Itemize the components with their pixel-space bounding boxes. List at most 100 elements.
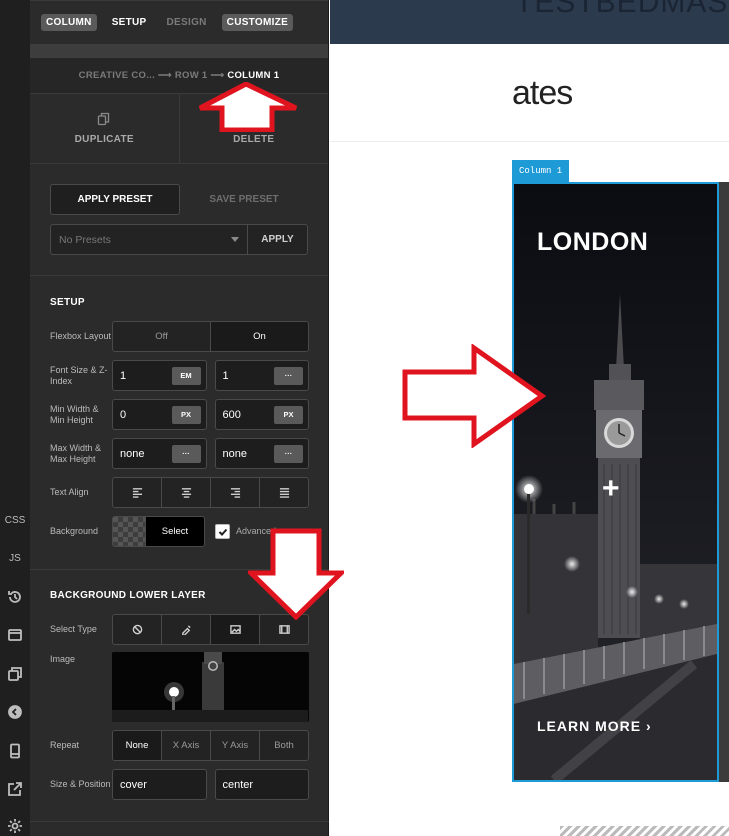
max-width-more[interactable]: ···: [171, 444, 201, 463]
z-index-value: 1: [222, 369, 229, 382]
flexbox-row: Flexbox Layout Off On: [50, 321, 309, 352]
type-color-icon[interactable]: [162, 615, 211, 644]
column-1[interactable]: LONDON + LEARN MORE ›: [512, 182, 719, 782]
site-header-text: TESTBEDMAS: [515, 0, 729, 19]
min-size-label: Min Width & Min Height: [50, 403, 99, 425]
duplicate-button[interactable]: DUPLICATE: [30, 94, 180, 163]
min-size-row: Min Width & Min Height 0 PX 600 PX: [50, 399, 309, 430]
align-right-icon[interactable]: [211, 478, 260, 507]
align-left-icon[interactable]: [113, 478, 162, 507]
panel-strip: [30, 44, 328, 58]
type-none-icon[interactable]: [113, 615, 162, 644]
min-height-unit[interactable]: PX: [274, 405, 303, 424]
big-ben-thumbnail: [112, 652, 308, 722]
image-row: Image: [50, 652, 309, 722]
max-height-input[interactable]: none ···: [214, 438, 309, 469]
js-button[interactable]: JS: [0, 548, 30, 568]
tab-design[interactable]: DESIGN: [162, 14, 212, 31]
z-index-input[interactable]: 1 ···: [214, 360, 309, 391]
heading-divider: [330, 141, 729, 142]
text-align-label: Text Align: [50, 487, 89, 497]
max-width-input[interactable]: none ···: [112, 438, 207, 469]
image-label: Image: [50, 654, 76, 664]
flexbox-on-option[interactable]: On: [211, 322, 308, 351]
back-icon[interactable]: [0, 702, 30, 722]
mobile-icon[interactable]: [0, 741, 30, 761]
align-justify-icon[interactable]: [260, 478, 308, 507]
text-align-toggle: [112, 477, 309, 508]
tab-customize[interactable]: CUSTOMIZE: [221, 14, 294, 31]
position-value: center: [222, 778, 254, 791]
advanced-checkbox[interactable]: [215, 524, 230, 539]
max-width-value: none: [120, 447, 145, 460]
max-height-value: none: [222, 447, 247, 460]
repeat-both-option[interactable]: Both: [260, 731, 308, 760]
gear-icon[interactable]: [0, 816, 30, 836]
min-height-input[interactable]: 600 PX: [214, 399, 309, 430]
font-size-unit[interactable]: EM: [171, 366, 201, 385]
size-position-label: Size & Position: [50, 779, 111, 789]
setup-title: SETUP: [50, 297, 85, 308]
min-height-value: 600: [222, 408, 241, 421]
align-center-icon[interactable]: [162, 478, 211, 507]
background-swatch[interactable]: [112, 516, 145, 547]
preset-select[interactable]: No Presets: [51, 225, 247, 254]
min-width-value: 0: [120, 408, 127, 421]
chevron-down-icon: [231, 237, 239, 242]
breadcrumb-separator: ⟶: [210, 70, 225, 81]
repeat-label: Repeat: [50, 740, 80, 750]
breadcrumb-separator: ⟶: [157, 70, 172, 81]
repeat-row: Repeat None X Axis Y Axis Both: [50, 730, 309, 761]
column-tag[interactable]: Column 1: [512, 160, 570, 182]
max-height-more[interactable]: ···: [274, 444, 303, 463]
image-preview[interactable]: [112, 652, 309, 722]
min-width-unit[interactable]: PX: [171, 405, 201, 424]
font-size-input[interactable]: 1 EM: [112, 360, 207, 391]
history-icon[interactable]: [0, 587, 30, 607]
size-position-row: Size & Position cover center: [50, 769, 309, 800]
section-divider: [30, 821, 329, 822]
site-header: TESTBEDMAS: [330, 0, 729, 44]
copy-icon[interactable]: [0, 664, 30, 684]
down-arrow-annotation: [248, 528, 344, 620]
row-divider-stripes: [560, 826, 729, 836]
right-arrow-annotation: [402, 344, 546, 448]
tab-setup[interactable]: SETUP: [107, 14, 152, 31]
flexbox-label: Flexbox Layout: [50, 331, 112, 341]
page-heading: ates: [512, 74, 573, 112]
font-size-value: 1: [120, 369, 127, 382]
css-button[interactable]: CSS: [0, 510, 30, 530]
background-select-button[interactable]: Select: [145, 516, 205, 547]
duplicate-label: DUPLICATE: [74, 134, 134, 145]
check-icon: [218, 528, 227, 536]
layout-icon[interactable]: [0, 625, 30, 645]
column-2-edge: [719, 182, 729, 782]
z-index-more[interactable]: ···: [274, 366, 303, 385]
breadcrumb-item-creative[interactable]: CREATIVE CO...: [79, 70, 155, 81]
duplicate-icon: [98, 112, 110, 126]
size-input[interactable]: cover: [112, 769, 207, 800]
learn-more-link[interactable]: LEARN MORE ›: [537, 718, 652, 734]
add-element-icon[interactable]: +: [602, 472, 620, 506]
max-size-row: Max Width & Max Height none ··· none ···: [50, 438, 309, 469]
up-arrow-annotation: [198, 82, 298, 132]
tab-column[interactable]: COLUMN: [41, 14, 97, 31]
position-input[interactable]: center: [214, 769, 309, 800]
font-size-row: Font Size & Z-Index 1 EM 1 ···: [50, 360, 309, 391]
select-type-label: Select Type: [50, 624, 97, 634]
repeat-none-option[interactable]: None: [113, 731, 162, 760]
panel-tabs: COLUMN SETUP DESIGN CUSTOMIZE: [30, 0, 328, 44]
repeat-y-option[interactable]: Y Axis: [211, 731, 260, 760]
apply-button[interactable]: APPLY: [247, 225, 307, 254]
column-title: LONDON: [537, 228, 649, 256]
save-preset-button[interactable]: SAVE PRESET: [180, 184, 308, 215]
apply-preset-button[interactable]: APPLY PRESET: [50, 184, 180, 215]
repeat-x-option[interactable]: X Axis: [162, 731, 211, 760]
external-link-icon[interactable]: [0, 779, 30, 799]
min-width-input[interactable]: 0 PX: [112, 399, 207, 430]
flexbox-off-option[interactable]: Off: [113, 322, 211, 351]
font-size-label: Font Size & Z-Index: [50, 364, 108, 386]
max-size-label: Max Width & Max Height: [50, 442, 102, 464]
left-icon-rail: CSS JS: [0, 0, 30, 836]
breadcrumb-item-row[interactable]: ROW 1: [175, 70, 208, 81]
